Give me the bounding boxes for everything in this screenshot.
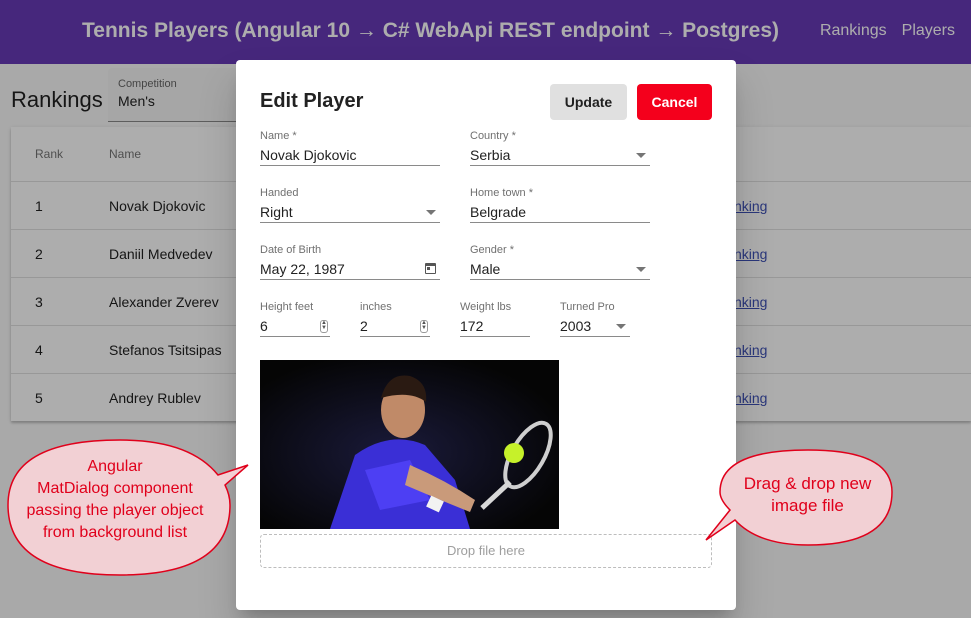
callout-line: from background list: [42, 524, 188, 541]
callout-line: passing the player object: [26, 502, 204, 519]
callout-line: Drag & drop new: [743, 474, 872, 493]
callout-line: image file: [771, 496, 844, 515]
left-callout-text: Angular MatDialog component passing the …: [10, 456, 220, 544]
callout-line: MatDialog component: [37, 480, 193, 497]
callout-line: Angular: [87, 458, 143, 475]
right-callout-text: Drag & drop new image file: [730, 473, 885, 517]
